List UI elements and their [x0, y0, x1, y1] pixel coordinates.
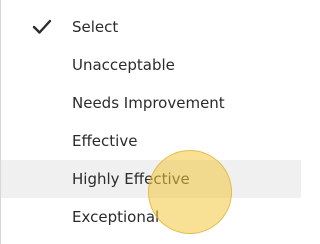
option-label: Exceptional	[72, 208, 160, 226]
option-highly-effective[interactable]: Highly Effective	[1, 160, 301, 198]
check-icon	[32, 18, 52, 36]
option-exceptional[interactable]: Exceptional	[1, 198, 301, 236]
option-select[interactable]: Select	[1, 8, 301, 46]
option-label: Highly Effective	[72, 170, 190, 188]
option-label: Effective	[72, 132, 138, 150]
option-effective[interactable]: Effective	[1, 122, 301, 160]
option-needs-improvement[interactable]: Needs Improvement	[1, 84, 301, 122]
option-label: Needs Improvement	[72, 94, 225, 112]
option-label: Unacceptable	[72, 56, 175, 74]
dropdown-menu: Select Unacceptable Needs Improvement Ef…	[0, 0, 301, 244]
option-unacceptable[interactable]: Unacceptable	[1, 46, 301, 84]
option-label: Select	[72, 18, 119, 36]
